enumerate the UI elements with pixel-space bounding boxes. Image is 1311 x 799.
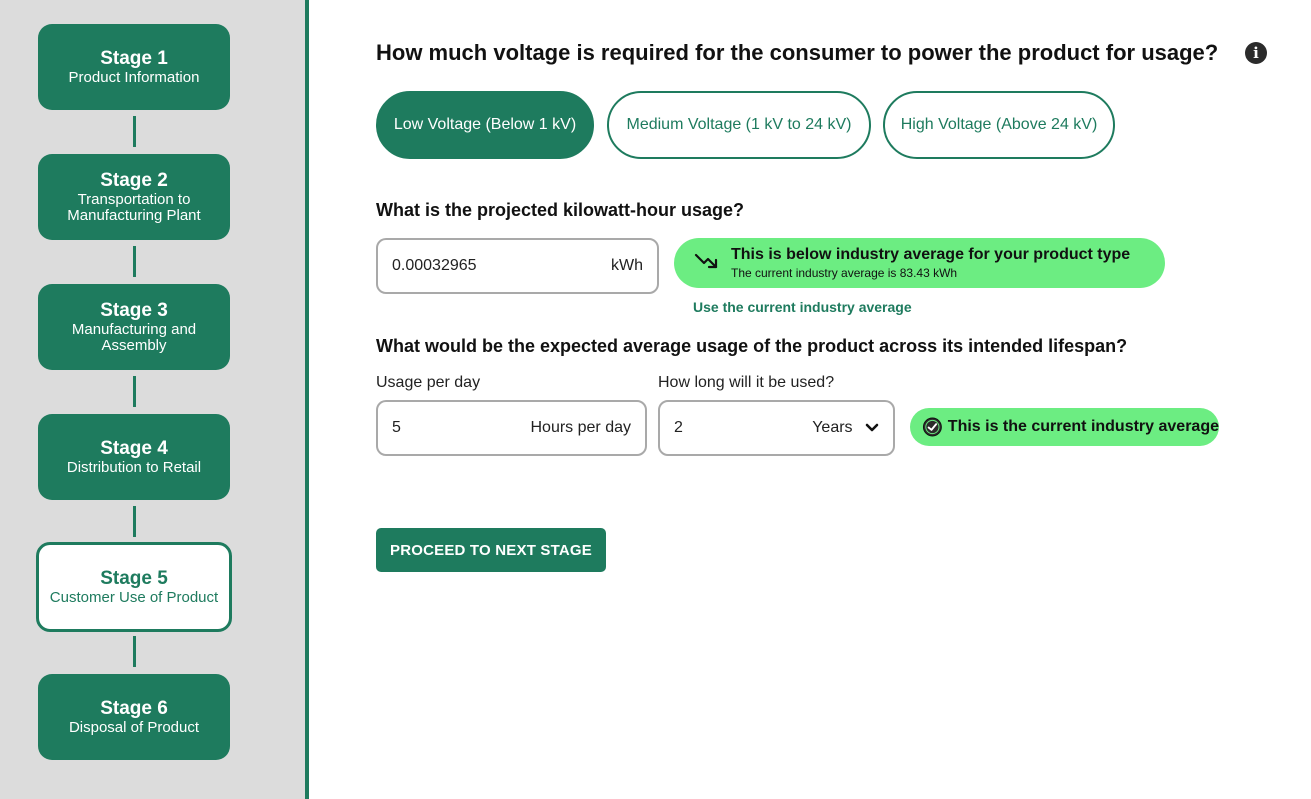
stage-title: Stage 6	[100, 698, 168, 719]
stage-2-button[interactable]: Stage 2 Transportation to Manufacturing …	[38, 154, 230, 240]
sidebar-divider	[305, 0, 309, 799]
stage-subtitle: Customer Use of Product	[49, 589, 219, 606]
duration-unit: Years	[812, 419, 853, 436]
use-industry-average-link[interactable]: Use the current industry average	[693, 299, 912, 315]
kwh-unit: kWh	[611, 257, 643, 274]
kwh-input[interactable]: 0.00032965 kWh	[376, 238, 659, 294]
stage-subtitle: Disposal of Product	[68, 719, 200, 736]
stage-connector	[133, 116, 136, 147]
duration-unit-wrap: Years	[812, 419, 879, 437]
stage-subtitle: Product Information	[68, 69, 200, 86]
stage-subtitle: Distribution to Retail	[66, 459, 202, 476]
stage-subtitle: Manufacturing and Assembly	[71, 321, 197, 354]
kwh-question: What is the projected kilowatt-hour usag…	[376, 200, 745, 220]
stage-connector	[133, 376, 136, 407]
kwh-value: 0.00032965	[392, 257, 477, 274]
stage-3-button[interactable]: Stage 3 Manufacturing and Assembly	[38, 284, 230, 370]
stage-connector	[133, 246, 136, 277]
duration-label: How long will it be used?	[658, 374, 835, 391]
stage-5-button[interactable]: Stage 5 Customer Use of Product	[36, 542, 232, 632]
lifespan-question: What would be the expected average usage…	[376, 336, 1128, 356]
stage-connector	[133, 506, 136, 537]
info-icon[interactable]: i	[1245, 42, 1267, 64]
voltage-question: How much voltage is required for the con…	[376, 40, 1219, 65]
usage-per-day-input[interactable]: 5 Hours per day	[376, 400, 647, 456]
stage-title: Stage 4	[100, 438, 168, 459]
proceed-next-stage-button[interactable]: PROCEED TO NEXT STAGE	[376, 528, 606, 572]
check-circle-icon	[922, 417, 942, 437]
chevron-down-icon	[865, 423, 879, 432]
duration-value: 2	[674, 419, 683, 436]
stage-title: Stage 5	[100, 568, 168, 589]
stage-6-button[interactable]: Stage 6 Disposal of Product	[38, 674, 230, 760]
stage-subtitle: Transportation to Manufacturing Plant	[67, 191, 201, 224]
industry-average-badge: This is the current industry average	[910, 408, 1219, 446]
duration-select[interactable]: 2 Years	[658, 400, 895, 456]
low-voltage-option[interactable]: Low Voltage (Below 1 kV)	[376, 91, 594, 159]
stage-title: Stage 2	[100, 170, 168, 191]
high-voltage-option[interactable]: High Voltage (Above 24 kV)	[883, 91, 1115, 159]
below-average-badge: This is below industry average for your …	[674, 238, 1165, 288]
stage-1-button[interactable]: Stage 1 Product Information	[38, 24, 230, 110]
badge-title: This is below industry average for your …	[731, 246, 1131, 263]
stage-title: Stage 3	[100, 300, 168, 321]
main-content: How much voltage is required for the con…	[376, 0, 1311, 799]
usage-unit: Hours per day	[530, 419, 632, 436]
usage-value: 5	[392, 419, 401, 436]
stage-sidebar: Stage 1 Product Information Stage 2 Tran…	[0, 0, 305, 799]
badge-subtitle: The current industry average is 83.43 kW…	[731, 266, 958, 280]
trending-down-icon	[694, 253, 718, 269]
usage-per-day-label: Usage per day	[376, 374, 481, 391]
stage-4-button[interactable]: Stage 4 Distribution to Retail	[38, 414, 230, 500]
industry-average-text: This is the current industry average	[947, 418, 1219, 435]
stage-connector	[133, 636, 136, 667]
stage-title: Stage 1	[100, 48, 168, 69]
medium-voltage-option[interactable]: Medium Voltage (1 kV to 24 kV)	[607, 91, 871, 159]
